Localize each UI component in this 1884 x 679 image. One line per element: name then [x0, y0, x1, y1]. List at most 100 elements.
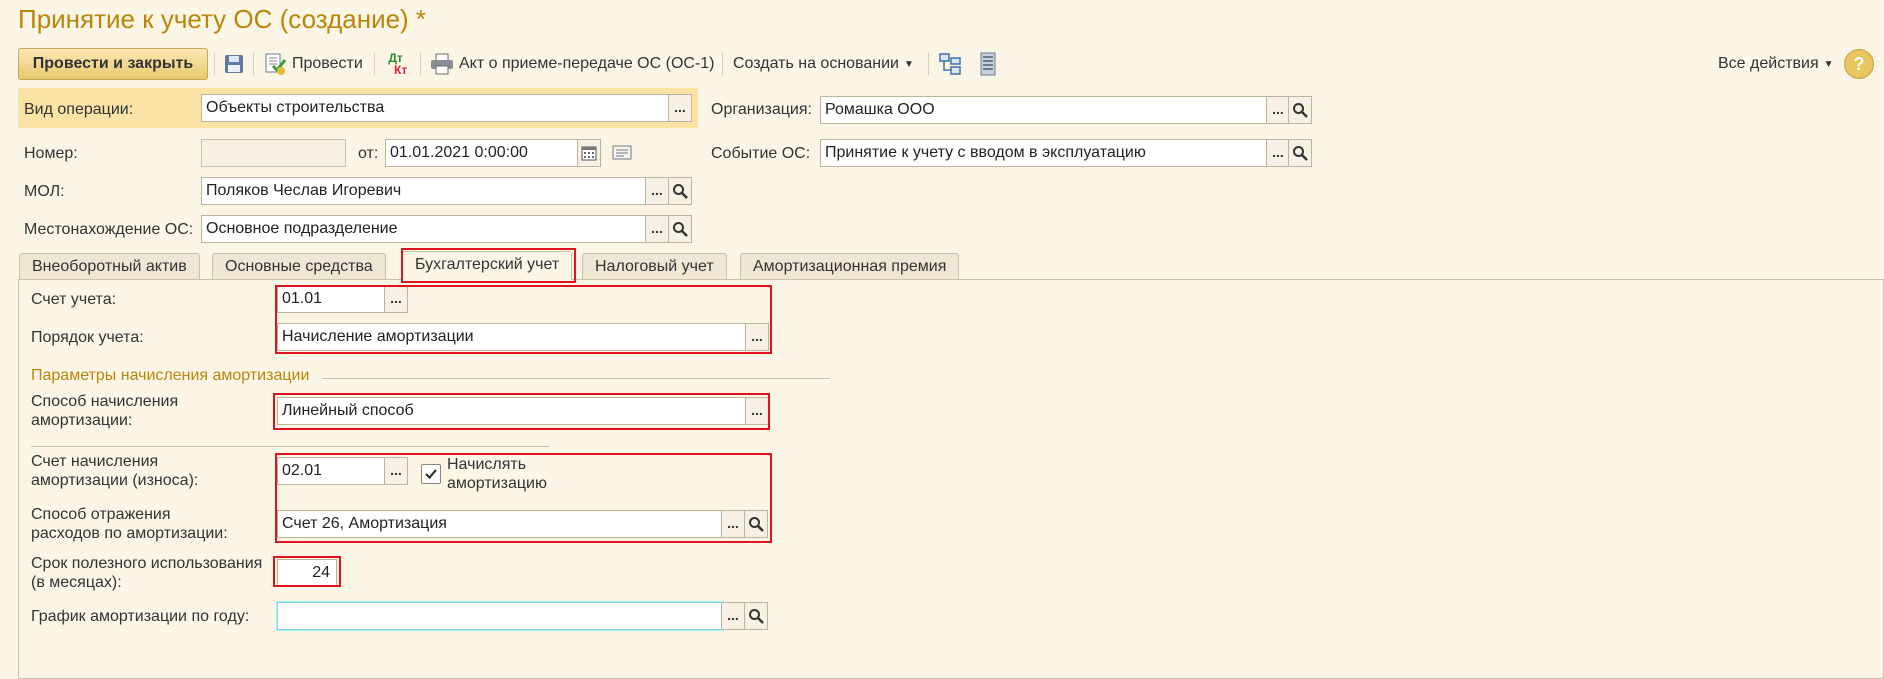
operation-label: Вид операции: [24, 101, 134, 118]
depreciation-schedule-field[interactable] [277, 602, 723, 630]
magnifier-icon [673, 184, 688, 199]
post-button[interactable]: Провести [263, 48, 363, 80]
expense-method-select-button[interactable]: ... [721, 510, 745, 538]
mol-select-button[interactable]: ... [645, 177, 669, 205]
organization-open-button[interactable] [1288, 96, 1312, 124]
magnifier-icon [749, 609, 764, 624]
structure-button[interactable] [938, 48, 962, 80]
calendar-button[interactable] [577, 139, 601, 167]
depreciation-account-label-line2: амортизации (износа): [31, 472, 199, 489]
toolbar-divider [722, 53, 723, 75]
depreciation-method-select-button[interactable]: ... [745, 397, 769, 425]
page-title: Принятие к учету ОС (создание) * [18, 4, 427, 34]
help-button[interactable]: ? [1844, 49, 1874, 79]
toolbar-divider [214, 53, 215, 75]
tab-depreciation-bonus[interactable]: Амортизационная премия [740, 253, 960, 279]
account-field[interactable]: 01.01 [277, 285, 386, 313]
useful-life-label-line1: Срок полезного использования [31, 555, 263, 572]
mol-field[interactable]: Поляков Чеслав Игоревич [201, 177, 647, 205]
organization-field[interactable]: Ромашка ООО [820, 96, 1268, 124]
depreciation-method-label-line1: Способ начисления [31, 393, 179, 410]
account-select-button[interactable]: ... [384, 285, 408, 313]
date-label: от: [358, 145, 379, 162]
post-button-label: Провести [292, 55, 363, 72]
list-icon [978, 52, 998, 76]
accrue-depreciation-label: Начислять амортизацию [447, 455, 547, 493]
useful-life-field[interactable]: 24 [277, 559, 337, 587]
comment-button[interactable] [612, 144, 632, 167]
toolbar-divider [253, 53, 254, 75]
toolbar-divider [420, 53, 421, 75]
section-divider [31, 446, 549, 447]
accrue-depreciation-checkbox[interactable] [421, 464, 441, 484]
hierarchy-icon [938, 52, 962, 76]
account-label: Счет учета: [31, 291, 117, 308]
tab-accounting[interactable]: Бухгалтерский учет [402, 251, 573, 280]
number-label: Номер: [24, 145, 78, 162]
organization-select-button[interactable]: ... [1266, 96, 1290, 124]
section-divider [322, 378, 830, 379]
comment-icon [612, 145, 632, 160]
tab-tax-accounting[interactable]: Налоговый учет [582, 253, 727, 279]
depreciation-schedule-select-button[interactable]: ... [721, 602, 745, 630]
accrue-depreciation-label-line1: Начислять [447, 456, 527, 473]
depreciation-params-title: Параметры начисления амортизации [31, 367, 310, 384]
operation-select-button[interactable]: ... [668, 94, 692, 122]
event-open-button[interactable] [1288, 139, 1312, 167]
magnifier-icon [749, 517, 764, 532]
accounting-order-select-button[interactable]: ... [745, 323, 769, 351]
chevron-down-icon: ▼ [1823, 58, 1834, 70]
event-select-button[interactable]: ... [1266, 139, 1290, 167]
depreciation-account-select-button[interactable]: ... [384, 457, 408, 485]
location-select-button[interactable]: ... [645, 215, 669, 243]
create-based-on-dropdown[interactable]: Создать на основании ▼ [733, 48, 914, 80]
operation-field[interactable]: Объекты строительства [201, 94, 669, 122]
expense-method-open-button[interactable] [744, 510, 768, 538]
depreciation-method-label: Способ начисления амортизации: [31, 392, 178, 430]
magnifier-icon [1293, 103, 1308, 118]
list-button[interactable] [978, 48, 998, 80]
dt-kt-button[interactable]: Дт Кт [384, 48, 407, 80]
printer-icon [430, 53, 454, 75]
toolbar-divider [374, 53, 375, 75]
magnifier-icon [1293, 146, 1308, 161]
depreciation-account-label-line1: Счет начисления [31, 453, 159, 470]
floppy-disk-icon [223, 53, 245, 75]
kt-label: Кт [394, 63, 408, 77]
print-act-label: Акт о приеме-передаче ОС (ОС-1) [459, 55, 715, 72]
expense-method-label: Способ отражения расходов по амортизации… [31, 505, 228, 543]
magnifier-icon [673, 222, 688, 237]
mol-label: МОЛ: [24, 183, 65, 200]
accounting-order-label: Порядок учета: [31, 329, 144, 346]
depreciation-method-label-line2: амортизации: [31, 412, 133, 429]
print-act-button[interactable]: Акт о приеме-передаче ОС (ОС-1) [430, 48, 715, 80]
expense-method-field[interactable]: Счет 26, Амортизация [277, 510, 723, 538]
save-button[interactable] [223, 48, 245, 80]
organization-label: Организация: [711, 101, 812, 118]
location-field[interactable]: Основное подразделение [201, 215, 647, 243]
accrue-depreciation-label-line2: амортизацию [447, 475, 547, 492]
chevron-down-icon: ▼ [904, 58, 914, 70]
all-actions-dropdown[interactable]: Все действия ▼ [1718, 48, 1834, 80]
depreciation-schedule-open-button[interactable] [744, 602, 768, 630]
toolbar-divider [928, 53, 929, 75]
tab-fixed-assets[interactable]: Основные средства [212, 253, 386, 279]
expense-method-label-line2: расходов по амортизации: [31, 525, 228, 542]
location-open-button[interactable] [668, 215, 692, 243]
depreciation-account-field[interactable]: 02.01 [277, 457, 386, 485]
mol-open-button[interactable] [668, 177, 692, 205]
calendar-icon [581, 146, 597, 161]
accounting-order-field[interactable]: Начисление амортизации [277, 323, 747, 351]
date-field[interactable]: 01.01.2021 0:00:00 [385, 139, 579, 167]
event-field[interactable]: Принятие к учету с вводом в эксплуатацию [820, 139, 1268, 167]
useful-life-label-line2: (в месяцах): [31, 574, 122, 591]
number-field[interactable] [201, 139, 346, 167]
all-actions-label: Все действия [1718, 55, 1819, 72]
checkmark-icon [425, 469, 437, 480]
tab-noncurrent-asset[interactable]: Внеоборотный актив [19, 253, 200, 279]
post-and-close-button[interactable]: Провести и закрыть [18, 48, 208, 80]
depreciation-method-field[interactable]: Линейный способ [277, 397, 747, 425]
expense-method-label-line1: Способ отражения [31, 506, 171, 523]
depreciation-schedule-label: График амортизации по году: [31, 608, 250, 625]
event-label: Событие ОС: [711, 145, 811, 162]
